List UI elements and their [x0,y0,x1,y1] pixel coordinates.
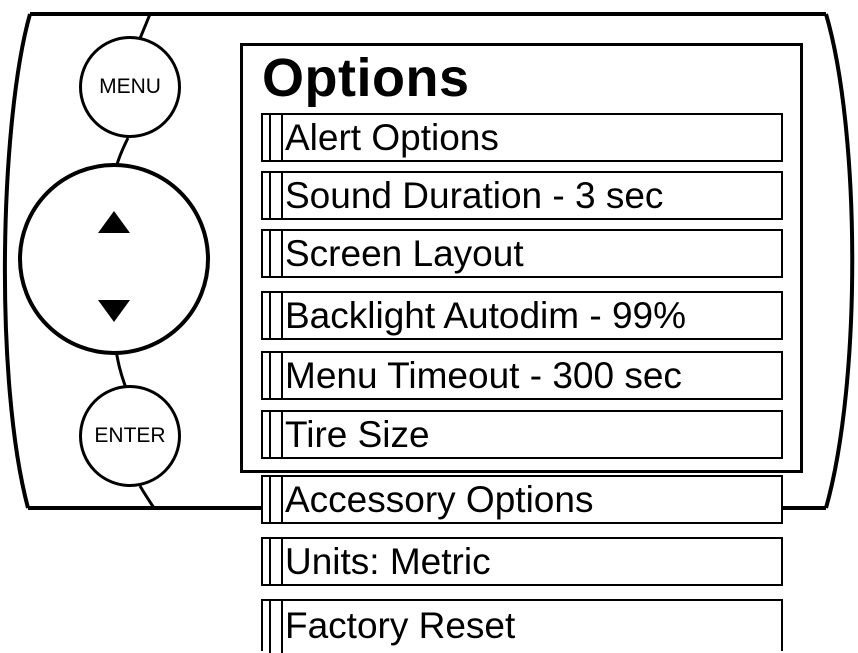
menu-item-menu-timeout[interactable]: Menu Timeout - 300 sec [261,351,783,400]
enter-button[interactable]: ENTER [79,385,181,487]
down-triangle-icon[interactable] [98,300,130,322]
menu-item-label: Backlight Autodim - 99% [285,294,687,336]
menu-item-label: Screen Layout [285,232,524,274]
menu-item-units[interactable]: Units: Metric [261,537,783,586]
up-triangle-icon[interactable] [98,211,130,233]
menu-item-label: Menu Timeout - 300 sec [285,354,682,396]
menu-item-label: Units: Metric [285,540,491,582]
menu-item-accessory-options[interactable]: Accessory Options [261,475,783,524]
menu-item-label: Accessory Options [285,478,594,520]
menu-item-label: Factory Reset [285,605,516,646]
menu-item-tire-size[interactable]: Tire Size [261,410,783,459]
menu-item-factory-reset[interactable]: Factory Reset [261,599,783,653]
screen-title: Options [262,48,470,108]
enter-button-label: ENTER [94,424,166,447]
menu-item-backlight-autodim[interactable]: Backlight Autodim - 99% [261,291,783,340]
menu-button-label: MENU [99,75,161,98]
menu-item-label: Tire Size [285,413,430,455]
menu-button[interactable]: MENU [79,36,181,138]
menu-item-screen-layout[interactable]: Screen Layout [261,229,783,278]
menu-item-alert-options[interactable]: Alert Options [261,113,783,162]
menu-item-label: Sound Duration - 3 sec [285,174,664,216]
menu-item-label: Alert Options [285,116,499,158]
navigation-pad[interactable] [18,163,210,355]
menu-item-sound-duration[interactable]: Sound Duration - 3 sec [261,171,783,220]
